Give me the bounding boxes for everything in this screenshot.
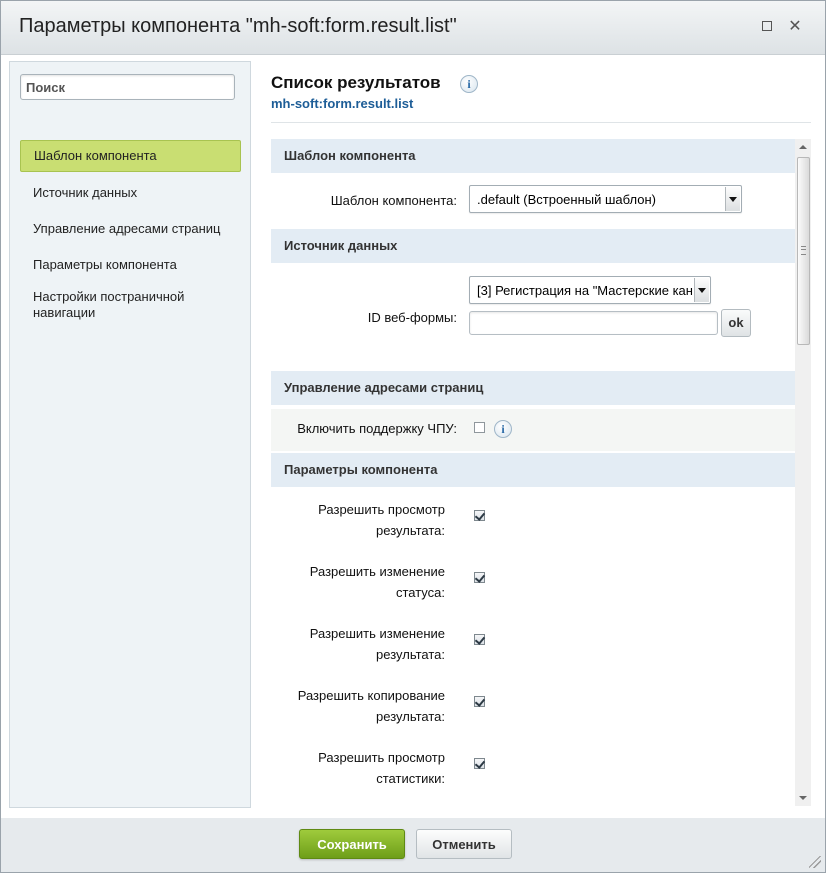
allow-copy-result-checkbox[interactable]: [474, 696, 485, 707]
webform-select-value: [3] Регистрация на "Мастерские кан: [477, 283, 693, 298]
template-field-label: Шаблон компонента:: [330, 193, 457, 208]
info-icon[interactable]: i: [494, 420, 512, 438]
cpu-checkbox[interactable]: [474, 422, 485, 433]
params-scroll-area[interactable]: Шаблон компонента Шаблон компонента: .de…: [271, 139, 795, 806]
info-icon[interactable]: i: [460, 75, 478, 93]
sidebar-item-data-source[interactable]: Источник данных: [20, 185, 239, 201]
main-panel: Список результатов i mh-soft:form.result…: [259, 55, 825, 818]
option-label: Разрешить копирование результата:: [297, 688, 445, 724]
divider: [271, 122, 811, 123]
scroll-down-icon[interactable]: [799, 796, 807, 800]
scroll-up-icon[interactable]: [799, 145, 807, 149]
option-label: Разрешить просмотр статистики:: [318, 750, 445, 786]
section-header-data-source: Источник данных: [271, 229, 795, 263]
vertical-scrollbar[interactable]: [795, 139, 811, 806]
section-header-url-management: Управление адресами страниц: [271, 371, 795, 405]
template-select[interactable]: .default (Встроенный шаблон): [469, 185, 742, 213]
dialog-footer: Сохранить Отменить: [1, 819, 825, 872]
chevron-down-icon: [725, 187, 740, 211]
maximize-icon[interactable]: [757, 17, 777, 37]
allow-edit-result-checkbox[interactable]: [474, 634, 485, 645]
webform-id-input[interactable]: [469, 311, 718, 335]
section-header-component-params: Параметры компонента: [271, 453, 795, 487]
webform-select[interactable]: [3] Регистрация на "Мастерские кан: [469, 276, 711, 304]
resize-grip-icon[interactable]: [809, 856, 821, 868]
chevron-down-icon: [694, 278, 709, 302]
webform-id-label: ID веб-формы:: [367, 310, 457, 325]
template-select-value: .default (Встроенный шаблон): [477, 192, 656, 207]
allow-edit-status-checkbox[interactable]: [474, 572, 485, 583]
sidebar-item-url-management[interactable]: Управление адресами страниц: [20, 221, 239, 237]
save-button[interactable]: Сохранить: [299, 829, 405, 859]
sidebar: Шаблон компонента Источник данных Управл…: [9, 61, 251, 808]
allow-view-result-checkbox[interactable]: [474, 510, 485, 521]
section-header-template: Шаблон компонента: [271, 139, 795, 173]
sidebar-item-template[interactable]: Шаблон компонента: [20, 140, 241, 172]
cancel-button[interactable]: Отменить: [416, 829, 512, 859]
ok-button[interactable]: ok: [721, 309, 751, 337]
close-icon[interactable]: ✕: [785, 17, 805, 37]
component-params-dialog: Параметры компонента "mh-soft:form.resul…: [0, 0, 826, 873]
option-label: Разрешить изменение результата:: [309, 626, 445, 662]
dialog-titlebar[interactable]: Параметры компонента "mh-soft:form.resul…: [1, 1, 825, 55]
page-title: Список результатов: [271, 73, 441, 92]
component-code: mh-soft:form.result.list: [271, 96, 414, 111]
dialog-content: Шаблон компонента Источник данных Управл…: [1, 55, 825, 818]
search-input[interactable]: [20, 74, 235, 100]
dialog-title: Параметры компонента "mh-soft:form.resul…: [19, 15, 457, 37]
option-label: Разрешить изменение статуса:: [309, 564, 445, 600]
cpu-label: Включить поддержку ЧПУ:: [297, 421, 457, 436]
allow-view-stats-checkbox[interactable]: [474, 758, 485, 769]
option-label: Разрешить просмотр результата:: [318, 502, 445, 538]
scroll-thumb[interactable]: [797, 157, 810, 345]
sidebar-item-component-params[interactable]: Параметры компонента: [20, 257, 239, 273]
sidebar-item-pagination[interactable]: Настройки постраничной навигации: [20, 289, 193, 321]
